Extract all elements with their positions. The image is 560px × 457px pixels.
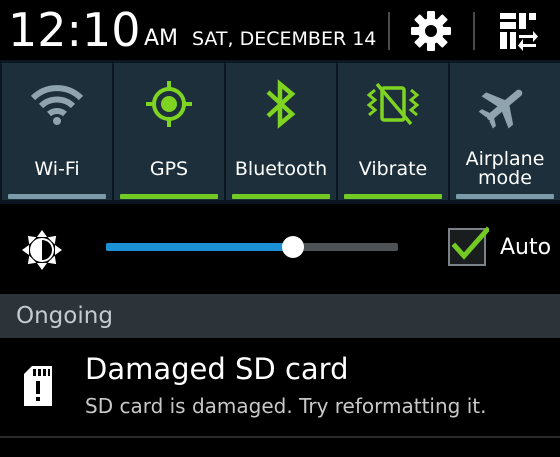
- brightness-slider[interactable]: [106, 234, 398, 260]
- slider-thumb[interactable]: [282, 236, 304, 258]
- checkmark-icon: [451, 226, 489, 260]
- bluetooth-icon: [266, 79, 296, 129]
- notification-title: Damaged SD card: [85, 352, 349, 386]
- section-title: Ongoing: [16, 303, 113, 329]
- toggle-label: Bluetooth: [234, 158, 328, 180]
- notification-damaged-sd-card[interactable]: Damaged SD card SD card is damaged. Try …: [0, 338, 560, 436]
- toggle-label: GPS: [149, 158, 189, 180]
- toggle-label: Wi-Fi: [34, 158, 80, 180]
- toggle-gps[interactable]: GPS: [114, 63, 224, 200]
- auto-brightness-label: Auto: [500, 235, 552, 260]
- header-divider: [388, 12, 390, 50]
- toggle-bluetooth[interactable]: Bluetooth: [226, 63, 336, 200]
- toggle-indicator: [344, 194, 442, 199]
- sd-card-icon: [24, 366, 52, 406]
- grid-swap-icon: [500, 13, 538, 51]
- toggle-indicator: [8, 194, 106, 199]
- notification-divider: [0, 436, 560, 457]
- wifi-icon: [30, 85, 84, 125]
- edit-quick-settings-button[interactable]: [490, 6, 546, 56]
- toggle-airplane-mode[interactable]: Airplane mode: [450, 63, 560, 200]
- header-divider: [473, 12, 475, 50]
- quick-settings-panel: Wi-Fi GPS Bluetooth Vibrate Airplane mod…: [0, 60, 560, 204]
- brightness-row: Auto: [0, 206, 560, 294]
- toggle-vibrate[interactable]: Vibrate: [338, 63, 448, 200]
- toggle-label-line2: mode: [478, 167, 532, 189]
- toggle-wifi[interactable]: Wi-Fi: [2, 63, 112, 200]
- toggle-label-line1: Airplane: [465, 148, 545, 170]
- toggle-indicator: [120, 194, 218, 199]
- notification-text: SD card is damaged. Try reformatting it.: [85, 394, 487, 418]
- clock-time: 12:10: [8, 3, 141, 57]
- gps-icon: [146, 81, 192, 127]
- status-bar: 12:10 AM SAT, DECEMBER 14: [0, 0, 560, 60]
- auto-brightness-checkbox[interactable]: [448, 226, 489, 266]
- toggle-label: Vibrate: [358, 158, 428, 180]
- settings-button[interactable]: [403, 6, 459, 56]
- clock-ampm: AM: [144, 26, 179, 51]
- ongoing-section-header: Ongoing: [0, 294, 560, 338]
- vibrate-icon: [366, 82, 420, 126]
- date-label: SAT, DECEMBER 14: [192, 28, 377, 50]
- toggle-indicator: [456, 194, 554, 199]
- brightness-icon: [22, 230, 62, 270]
- airplane-icon: [478, 89, 523, 129]
- gear-icon: [411, 11, 451, 51]
- slider-fill: [106, 243, 293, 251]
- toggle-indicator: [232, 194, 330, 199]
